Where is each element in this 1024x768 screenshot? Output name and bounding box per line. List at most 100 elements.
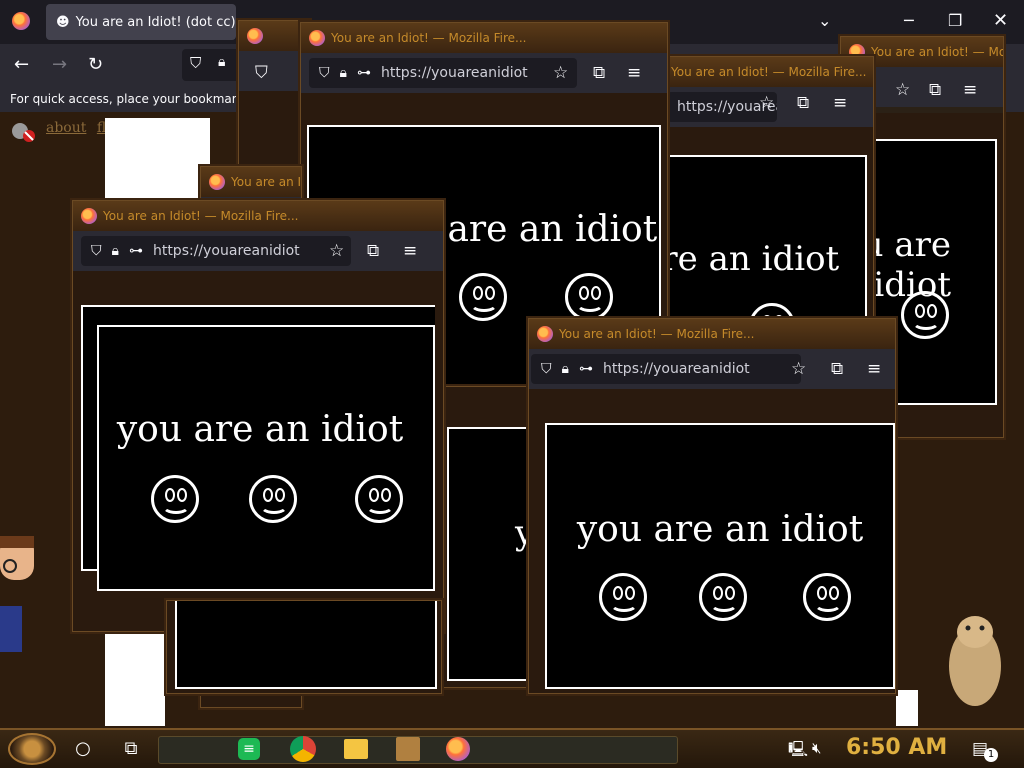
firefox-icon[interactable] <box>446 737 470 761</box>
url-bar[interactable]: ⛉ 🔒︎ <box>182 49 242 81</box>
bookmark-star-icon[interactable]: ☆ <box>791 359 806 379</box>
idiot-panel: you are an idiot <box>97 325 435 591</box>
url-text: https://youareanidiot <box>602 361 750 377</box>
menu-icon[interactable]: ≡ <box>833 93 847 113</box>
popup-title: You are an Idiot! — Mozilla Fire... <box>871 45 1003 59</box>
spotify-icon[interactable]: ≡ <box>238 738 260 760</box>
menu-icon[interactable]: ≡ <box>867 359 881 379</box>
minimize-icon[interactable]: ─ <box>904 10 914 32</box>
page-white-area <box>896 690 918 726</box>
chrome-icon[interactable] <box>290 736 316 762</box>
extensions-icon[interactable]: ⧉ <box>797 93 809 113</box>
permissions-icon[interactable]: ⊶ <box>129 243 143 259</box>
extensions-icon[interactable]: ⧉ <box>831 359 843 379</box>
shield-icon[interactable]: ⛉ <box>190 54 201 72</box>
popup-title-bar[interactable]: You are an Idiot! — Mozilla Fire... <box>641 57 873 87</box>
shield-icon[interactable]: ⛉ <box>91 243 102 259</box>
popup-title: You are an Idiot! — Mozilla Fire... <box>231 175 301 189</box>
popup-title: You are an Idiot! — Mozilla Fire... <box>103 209 299 223</box>
restore-icon[interactable]: ❐ <box>948 10 962 32</box>
hamster-image <box>949 616 1001 706</box>
shield-icon[interactable]: ⛉ <box>541 361 552 377</box>
popup-window[interactable] <box>166 600 442 694</box>
about-link[interactable]: about <box>46 120 86 136</box>
menu-icon[interactable]: ≡ <box>403 241 417 261</box>
lock-icon[interactable]: 🔒︎ <box>112 243 119 259</box>
reload-icon[interactable]: ↻ <box>88 54 103 76</box>
shield-icon[interactable]: ⛉ <box>255 63 268 83</box>
taskbar: ○ ⧉ ≡ 🖳︎ 🔇︎ 6:50 AM ▤ 1 <box>0 728 1024 768</box>
idiot-panel: you are an idiot <box>545 423 895 689</box>
popup-title-bar[interactable]: You are an Idiot! — Mozilla Fire... <box>529 319 895 349</box>
lock-icon[interactable]: 🔒︎ <box>340 65 347 81</box>
popup-title: You are an Idiot! — Mozilla Fire... <box>331 31 527 45</box>
smiley-face <box>459 273 507 321</box>
bookmark-star-icon[interactable]: ☆ <box>553 63 568 83</box>
smiley-face <box>151 475 199 523</box>
taskbar-clock[interactable]: 6:50 AM <box>846 735 947 760</box>
message-text: you are an idiot <box>116 409 404 450</box>
lock-icon[interactable]: 🔒︎ <box>218 54 225 70</box>
permissions-icon[interactable]: ⊶ <box>579 361 593 377</box>
url-bar[interactable]: ⛉ 🔒︎ ⊶ https://youareanidiot <box>81 236 351 266</box>
menu-icon[interactable]: ≡ <box>627 63 641 83</box>
page-white-area <box>105 620 165 726</box>
url-bar[interactable]: ⛉ 🔒︎ ⊶ https://youareanidiot <box>531 354 801 384</box>
notification-badge: 1 <box>984 748 998 762</box>
firefox-icon <box>537 326 553 342</box>
popup-toolbar <box>239 51 309 91</box>
firefox-icon <box>247 28 263 44</box>
close-icon[interactable]: ✕ <box>993 10 1008 32</box>
smiley-icon: ☻ <box>56 14 70 30</box>
popup-window[interactable]: y <box>440 386 542 688</box>
network-icon[interactable]: 🖳︎ <box>788 739 808 764</box>
chevron-down-icon[interactable]: ⌄ <box>818 10 831 32</box>
file-explorer-icon[interactable] <box>344 739 368 759</box>
smiley-face <box>803 573 851 621</box>
smiley-face <box>249 475 297 523</box>
menu-icon[interactable]: ≡ <box>963 80 977 100</box>
firefox-icon <box>81 208 97 224</box>
permissions-icon[interactable]: ⊶ <box>357 65 371 81</box>
firefox-icon <box>209 174 225 190</box>
popup-window[interactable]: You are an Idiot! — Mozilla Fire... ⛉ 🔒︎… <box>72 200 444 632</box>
extensions-icon[interactable]: ⧉ <box>367 241 379 261</box>
cartoon-character-image <box>0 536 34 652</box>
extensions-icon[interactable]: ⧉ <box>929 80 941 100</box>
url-bar[interactable]: ⛉ 🔒︎ ⊶ https://youareanidiot <box>309 58 577 88</box>
search-circle-icon[interactable]: ○ <box>70 736 96 762</box>
page-white-area <box>105 118 210 198</box>
volume-muted-icon[interactable]: 🔇︎ <box>812 739 821 757</box>
firefox-icon <box>309 30 325 46</box>
message-text: you are an idiot <box>576 509 864 550</box>
tab-title: You are an Idiot! (dot cc) <box>75 14 236 30</box>
smiley-face <box>355 475 403 523</box>
bookmark-star-icon[interactable]: ☆ <box>895 80 910 100</box>
task-view-icon[interactable]: ⧉ <box>118 736 144 762</box>
popup-title-bar[interactable]: You are an Idiot! — Mozilla Fire... <box>73 201 443 231</box>
popup-title-bar[interactable]: You are an Idiot! — Mozilla Fire... <box>201 167 301 197</box>
forward-icon[interactable]: → <box>52 54 67 76</box>
bookmark-star-icon[interactable]: ☆ <box>759 93 774 113</box>
extensions-icon[interactable]: ⧉ <box>593 63 605 83</box>
bookmark-star-icon[interactable]: ☆ <box>329 241 344 261</box>
back-icon[interactable]: ← <box>14 54 29 76</box>
url-text: https://youareanidiot <box>380 65 528 81</box>
idiot-panel: y <box>447 427 539 681</box>
smiley-face <box>699 573 747 621</box>
smiley-face <box>565 273 613 321</box>
shield-icon[interactable]: ⛉ <box>319 65 330 81</box>
popup-title: You are an Idiot! — Mozilla Fire... <box>559 327 755 341</box>
popup-title-bar[interactable] <box>239 21 309 51</box>
popup-title-bar[interactable]: You are an Idiot! — Mozilla Fire... <box>301 23 667 53</box>
tab-active[interactable]: ☻ You are an Idiot! (dot cc) <box>46 4 236 40</box>
bookmarks-hint: For quick access, place your bookmarks <box>10 92 250 106</box>
smiley-face <box>599 573 647 621</box>
game-app-icon[interactable] <box>396 737 420 761</box>
idiot-panel <box>175 601 437 689</box>
start-icon[interactable] <box>8 733 56 765</box>
lock-icon[interactable]: 🔒︎ <box>562 361 569 377</box>
popup-window-front[interactable]: You are an Idiot! — Mozilla Fire... ⛉ 🔒︎… <box>528 318 896 694</box>
firefox-icon[interactable] <box>12 12 30 30</box>
popup-title: You are an Idiot! — Mozilla Fire... <box>671 65 867 79</box>
